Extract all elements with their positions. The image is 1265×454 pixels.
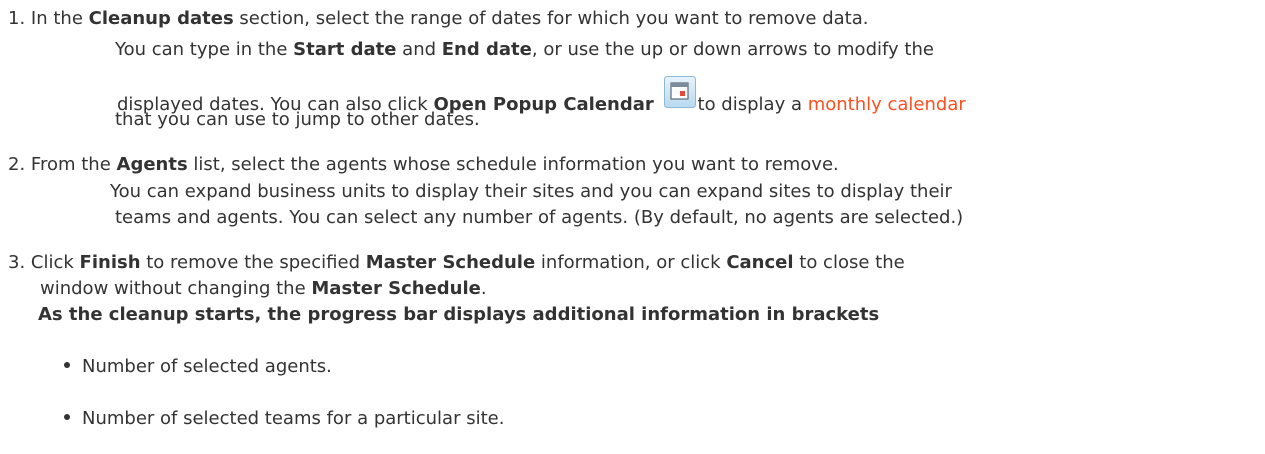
finish-label: Finish bbox=[79, 252, 141, 273]
document: 1. In the Cleanup dates section, select … bbox=[0, 0, 1265, 454]
step-number: 3. bbox=[8, 252, 26, 273]
step-2-line-1: 2. From the Agents list, select the agen… bbox=[8, 154, 839, 175]
bullet-item: Number of selected agents. bbox=[64, 356, 332, 378]
bullet-icon bbox=[64, 414, 70, 420]
step-3-line-3: As the cleanup starts, the progress bar … bbox=[38, 304, 879, 326]
cancel-label: Cancel bbox=[726, 252, 794, 273]
agents-label: Agents bbox=[116, 154, 188, 175]
step-number: 1. bbox=[8, 8, 26, 29]
master-schedule-label: Master Schedule bbox=[311, 278, 481, 299]
step-1-line-1: 1. In the Cleanup dates section, select … bbox=[8, 8, 869, 29]
step-2-line-2: You can expand business units to display… bbox=[110, 181, 952, 202]
calendar-icon bbox=[663, 76, 696, 108]
step-1-line-4: that you can use to jump to other dates. bbox=[115, 109, 480, 130]
step-1-line-2: You can type in the Start date and End d… bbox=[115, 39, 934, 60]
monthly-calendar-link[interactable]: monthly calendar bbox=[808, 94, 966, 115]
cleanup-dates-label: Cleanup dates bbox=[88, 8, 234, 29]
step-number: 2. bbox=[8, 154, 26, 175]
bullet-item: Number of selected teams for a particula… bbox=[64, 408, 504, 430]
progress-bar-note: As the cleanup starts, the progress bar … bbox=[38, 304, 880, 325]
bullet-icon bbox=[64, 362, 70, 368]
step-3-line-2: window without changing the Master Sched… bbox=[40, 278, 487, 299]
end-date-label: End date bbox=[441, 39, 532, 60]
step-3-line-1: 3. Click Finish to remove the specified … bbox=[8, 252, 905, 273]
master-schedule-label: Master Schedule bbox=[365, 252, 536, 273]
start-date-label: Start date bbox=[293, 39, 397, 60]
step-2-line-3: teams and agents. You can select any num… bbox=[115, 207, 964, 228]
